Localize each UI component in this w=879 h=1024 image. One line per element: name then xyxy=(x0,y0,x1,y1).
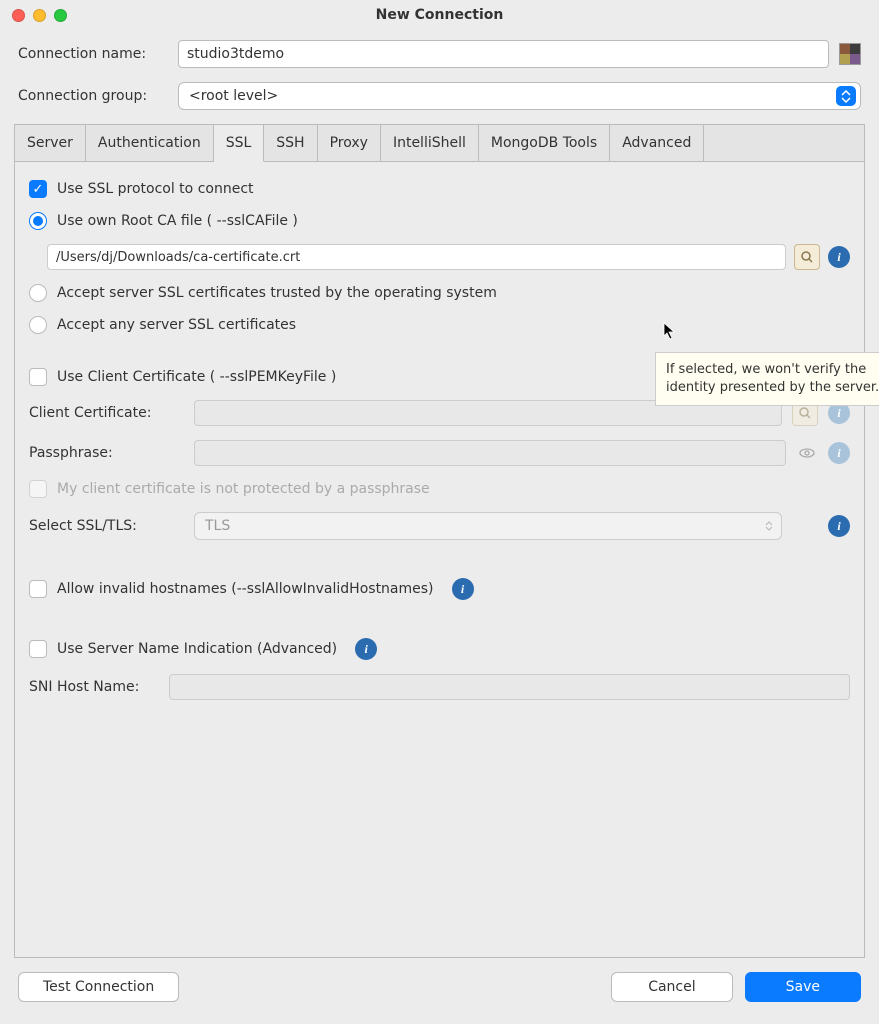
save-button[interactable]: Save xyxy=(745,972,861,1002)
connection-name-label: Connection name: xyxy=(18,46,168,62)
no-passphrase-label: My client certificate is not protected b… xyxy=(57,481,430,497)
folder-search-icon xyxy=(798,406,812,420)
accept-os-radio[interactable] xyxy=(29,284,47,302)
tooltip: If selected, we won't verify the identit… xyxy=(655,352,879,406)
footer: Test Connection Cancel Save xyxy=(0,958,879,1024)
browse-ca-button[interactable] xyxy=(794,244,820,270)
use-ssl-checkbox[interactable] xyxy=(29,180,47,198)
connection-name-input[interactable] xyxy=(178,40,829,68)
connection-group-value: <root level> xyxy=(189,88,278,104)
select-ssl-dropdown: TLS xyxy=(194,512,782,540)
use-client-cert-label: Use Client Certificate ( --sslPEMKeyFile… xyxy=(57,369,336,385)
use-own-ca-radio[interactable] xyxy=(29,212,47,230)
connection-group-select[interactable]: <root level> xyxy=(178,82,861,110)
use-client-cert-checkbox[interactable] xyxy=(29,368,47,386)
use-sni-checkbox[interactable] xyxy=(29,640,47,658)
use-own-ca-label: Use own Root CA file ( --sslCAFile ) xyxy=(57,213,298,229)
header-section: Connection name: Connection group: <root… xyxy=(0,30,879,116)
chevron-updown-icon xyxy=(765,521,773,531)
test-connection-button[interactable]: Test Connection xyxy=(18,972,179,1002)
no-passphrase-checkbox xyxy=(29,480,47,498)
client-cert-label: Client Certificate: xyxy=(29,405,184,421)
accept-any-label: Accept any server SSL certificates xyxy=(57,317,296,333)
tab-server[interactable]: Server xyxy=(15,125,86,162)
tab-mongodbtools[interactable]: MongoDB Tools xyxy=(479,125,610,162)
tab-filler xyxy=(704,125,864,162)
window-title: New Connection xyxy=(0,7,879,23)
info-passphrase-button[interactable]: i xyxy=(828,442,850,464)
info-ca-button[interactable]: i xyxy=(828,246,850,268)
connection-group-label: Connection group: xyxy=(18,88,168,104)
use-ssl-label: Use SSL protocol to connect xyxy=(57,181,254,197)
info-sni-button[interactable]: i xyxy=(355,638,377,660)
select-ssl-value: TLS xyxy=(205,518,230,534)
accept-any-radio[interactable] xyxy=(29,316,47,334)
cancel-button[interactable]: Cancel xyxy=(611,972,732,1002)
allow-invalid-checkbox[interactable] xyxy=(29,580,47,598)
tab-advanced[interactable]: Advanced xyxy=(610,125,704,162)
chevron-updown-icon xyxy=(836,86,856,106)
tab-intellishell[interactable]: IntelliShell xyxy=(381,125,479,162)
tab-authentication[interactable]: Authentication xyxy=(86,125,214,162)
eye-icon xyxy=(796,442,818,464)
info-ssl-version-button[interactable]: i xyxy=(828,515,850,537)
passphrase-input xyxy=(194,440,786,466)
sni-host-label: SNI Host Name: xyxy=(29,679,159,695)
ssl-panel: Use SSL protocol to connect Use own Root… xyxy=(14,162,865,958)
allow-invalid-label: Allow invalid hostnames (--sslAllowInval… xyxy=(57,581,434,597)
new-connection-window: New Connection Connection name: Connecti… xyxy=(0,0,879,1024)
titlebar: New Connection xyxy=(0,0,879,30)
sni-host-input xyxy=(169,674,850,700)
ca-file-input[interactable] xyxy=(47,244,786,270)
tab-ssh[interactable]: SSH xyxy=(264,125,317,162)
tab-ssl[interactable]: SSL xyxy=(214,125,265,162)
color-swatch-button[interactable] xyxy=(839,43,861,65)
info-allow-invalid-button[interactable]: i xyxy=(452,578,474,600)
accept-os-label: Accept server SSL certificates trusted b… xyxy=(57,285,497,301)
tab-bar: Server Authentication SSL SSH Proxy Inte… xyxy=(14,124,865,162)
use-sni-label: Use Server Name Indication (Advanced) xyxy=(57,641,337,657)
tab-proxy[interactable]: Proxy xyxy=(318,125,381,162)
select-ssl-label: Select SSL/TLS: xyxy=(29,518,184,534)
folder-search-icon xyxy=(800,250,814,264)
passphrase-label: Passphrase: xyxy=(29,445,184,461)
